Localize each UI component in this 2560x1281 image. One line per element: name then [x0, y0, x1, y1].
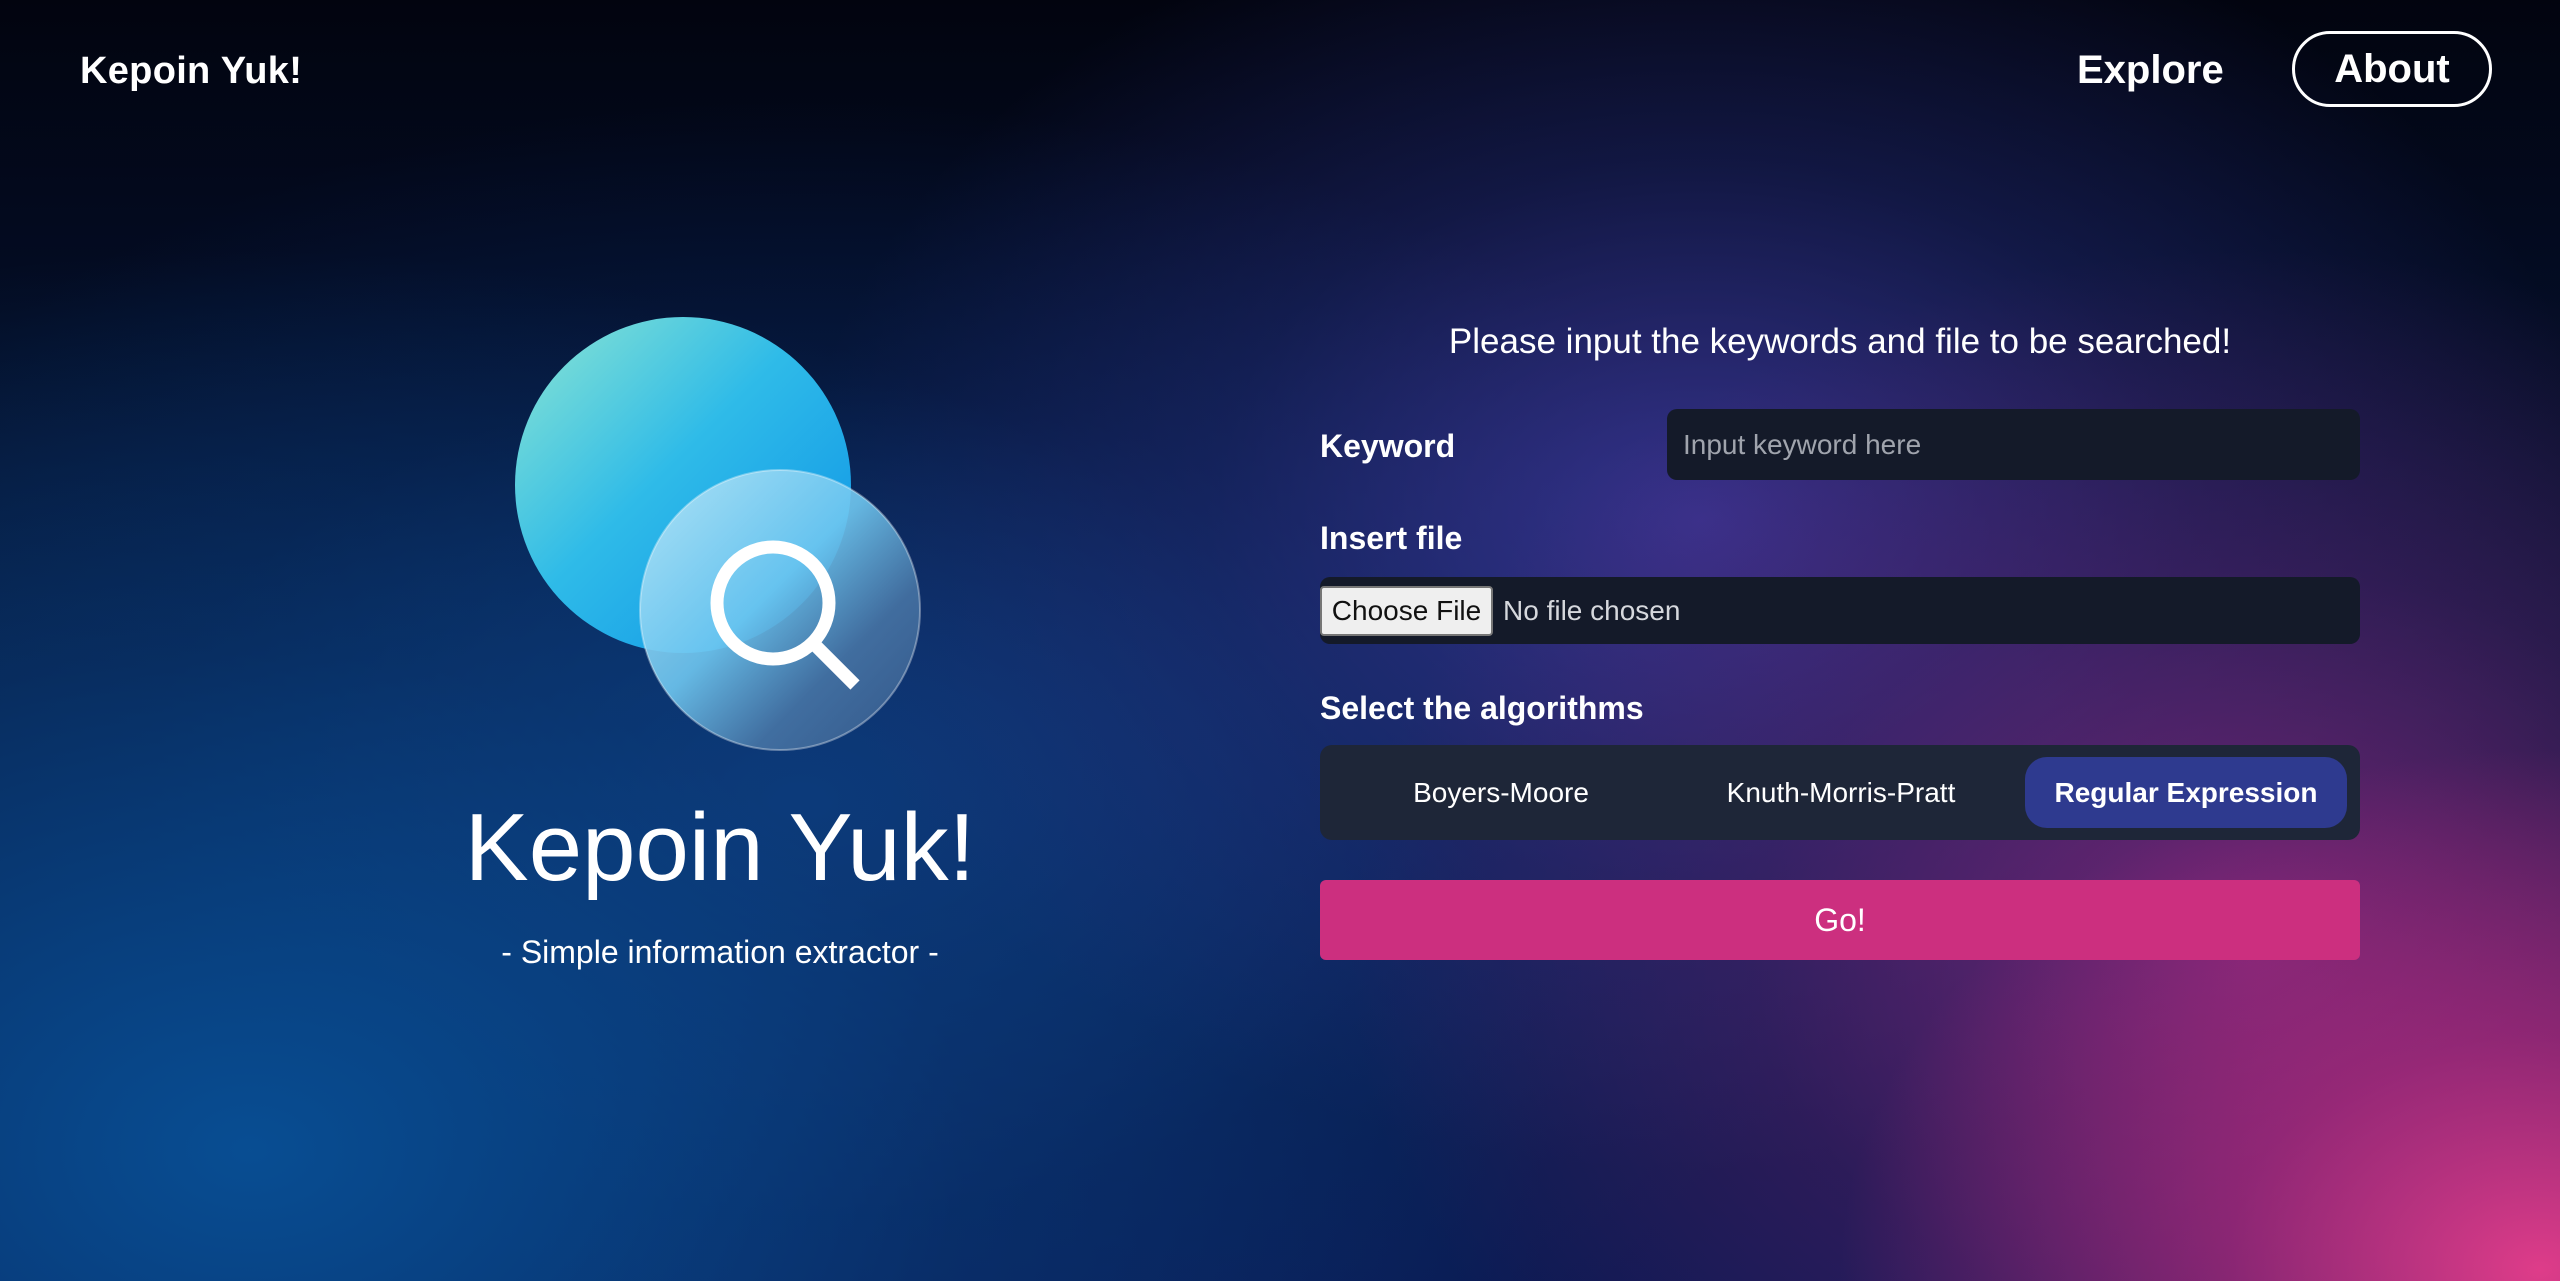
keyword-label: Keyword	[1320, 428, 1456, 464]
keyword-input[interactable]	[1667, 409, 2360, 480]
algorithm-selector: Boyers-Moore Knuth-Morris-Pratt Regular …	[1320, 745, 2360, 840]
hero-subtitle: - Simple information extractor -	[501, 934, 939, 970]
file-input[interactable]: Choose File No file chosen	[1320, 577, 2360, 644]
algorithm-option-boyer-moore[interactable]: Boyers-Moore	[1320, 757, 1682, 828]
magnifier-bubble-icon	[510, 315, 930, 755]
brand-logo-text[interactable]: Kepoin Yuk!	[80, 50, 302, 93]
algorithm-option-regex-selected[interactable]: Regular Expression	[2025, 757, 2347, 828]
go-button[interactable]: Go!	[1320, 880, 2360, 960]
nav-link-about[interactable]: About	[2292, 31, 2492, 107]
form-heading: Please input the keywords and file to be…	[1448, 322, 2232, 361]
insert-file-label: Insert file	[1320, 520, 1463, 556]
file-status-text: No file chosen	[1503, 594, 1681, 626]
algorithms-label: Select the algorithms	[1320, 690, 1644, 726]
hero-title: Kepoin Yuk!	[464, 794, 976, 901]
nav-link-explore[interactable]: Explore	[2077, 48, 2224, 93]
choose-file-button[interactable]: Choose File	[1320, 585, 1493, 636]
algorithm-option-kmp[interactable]: Knuth-Morris-Pratt	[1666, 757, 2016, 828]
